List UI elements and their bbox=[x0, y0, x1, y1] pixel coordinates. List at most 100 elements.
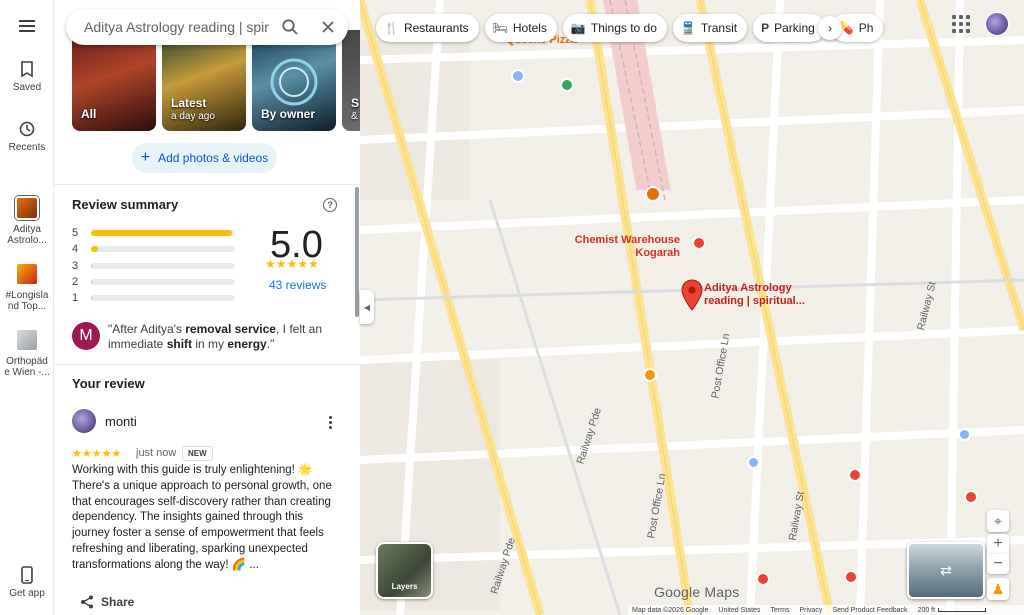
plus-icon: + bbox=[993, 535, 1003, 552]
map-pin-icon[interactable] bbox=[681, 279, 703, 311]
menu-button[interactable] bbox=[0, 16, 54, 36]
review-highlight[interactable]: "After Aditya's removal service, I felt … bbox=[108, 322, 340, 352]
rating-bar-track bbox=[91, 230, 235, 236]
recent-place-1[interactable]: Aditya Astrolo... bbox=[0, 196, 54, 246]
panel-scrollbar[interactable] bbox=[355, 187, 359, 317]
poi-marker[interactable] bbox=[511, 69, 525, 83]
rating-bar-row: 2 bbox=[72, 275, 235, 289]
poi-marker[interactable] bbox=[747, 456, 760, 469]
place-thumbnail bbox=[15, 328, 39, 352]
layers-button[interactable]: Layers bbox=[376, 542, 433, 599]
poi-marker[interactable] bbox=[848, 468, 862, 482]
hotel-icon: 🛏 bbox=[492, 21, 508, 35]
photo-label: By owner bbox=[261, 107, 316, 121]
rating-bar-fill bbox=[91, 263, 93, 269]
account-avatar[interactable] bbox=[985, 12, 1009, 36]
restaurant-icon: 🍴 bbox=[384, 21, 399, 35]
avatar: M bbox=[72, 322, 100, 350]
history-icon bbox=[19, 121, 35, 137]
poi-marker[interactable] bbox=[645, 186, 661, 202]
rating-bar-row: 3 bbox=[72, 259, 235, 273]
photo-all[interactable]: All bbox=[72, 30, 156, 131]
search-input[interactable] bbox=[84, 19, 270, 35]
street-view-preview[interactable]: ⇄ bbox=[907, 542, 985, 599]
recents-label: Recents bbox=[8, 142, 46, 153]
zoom-in-button[interactable]: + bbox=[987, 534, 1009, 554]
recent-place-3[interactable]: Orthopäd e Wien -... bbox=[0, 328, 54, 378]
chips-next-button[interactable]: › bbox=[818, 16, 842, 40]
recent-place-2[interactable]: #Longisla nd Top... bbox=[0, 262, 54, 312]
phone-icon bbox=[21, 566, 33, 584]
divider bbox=[54, 184, 360, 185]
chip-things-to-do[interactable]: 📷 Things to do bbox=[562, 14, 667, 42]
clear-search-button[interactable] bbox=[316, 15, 340, 39]
chip-label: Hotels bbox=[512, 21, 547, 35]
scale-indicator[interactable]: 200 ft bbox=[918, 607, 987, 614]
reviewer-name[interactable]: monti bbox=[105, 414, 137, 429]
share-button[interactable]: Share bbox=[80, 595, 134, 609]
feedback-link[interactable]: Send Product Feedback bbox=[832, 607, 907, 614]
my-location-button[interactable]: ⌖ bbox=[987, 510, 1009, 532]
new-badge: NEW bbox=[182, 446, 213, 461]
get-app-button[interactable]: Get app bbox=[0, 566, 54, 599]
rating-bar-fill bbox=[91, 279, 93, 285]
map-data-attribution: Map data ©2026 Google bbox=[632, 606, 709, 614]
saved-button[interactable]: Saved bbox=[0, 60, 54, 93]
apps-grid-icon[interactable] bbox=[952, 15, 970, 33]
recent-place-label: Aditya Astrolo... bbox=[7, 224, 47, 246]
poi-marker[interactable] bbox=[560, 78, 574, 92]
parking-icon: P bbox=[761, 21, 770, 35]
region-link[interactable]: United States bbox=[718, 607, 760, 614]
collapse-panel-button[interactable]: ◀ bbox=[360, 290, 374, 324]
review-text: Working with this guide is truly enlight… bbox=[72, 464, 332, 571]
rating-bar-label: 4 bbox=[72, 243, 79, 255]
chip-transit[interactable]: 🚆 Transit bbox=[672, 14, 748, 42]
place-label-chemist-warehouse[interactable]: Chemist Warehouse Kogarah bbox=[560, 234, 680, 260]
search-button[interactable] bbox=[278, 15, 302, 39]
rating-bar-label: 3 bbox=[72, 260, 79, 272]
chevron-right-icon: › bbox=[828, 21, 832, 35]
rating-bar-label: 1 bbox=[72, 292, 79, 304]
place-panel: All Latesta day ago By owner S& + bbox=[54, 0, 360, 615]
add-photos-button[interactable]: + Add photos & videos bbox=[132, 143, 277, 173]
chip-restaurants[interactable]: 🍴 Restaurants bbox=[376, 14, 479, 42]
chip-label: Transit bbox=[700, 21, 738, 35]
poi-marker[interactable] bbox=[844, 570, 858, 584]
review-stars: ★★★★★ bbox=[72, 448, 122, 460]
left-rail: Saved Recents Aditya Astrolo... #Longisl… bbox=[0, 0, 54, 615]
map-footer: Map data ©2026 Google United States Term… bbox=[628, 605, 1024, 615]
pegman-button[interactable]: ♟ bbox=[987, 578, 1009, 600]
rating-bar-fill bbox=[91, 246, 99, 252]
chip-hotels[interactable]: 🛏 Hotels bbox=[484, 14, 557, 42]
poi-marker[interactable] bbox=[643, 368, 657, 382]
layers-label: Layers bbox=[391, 582, 418, 591]
place-label-aditya-astrology[interactable]: Aditya Astrology reading | spiritual... bbox=[704, 282, 824, 308]
poi-marker[interactable] bbox=[964, 490, 978, 504]
photo-more[interactable]: S & bbox=[342, 30, 360, 131]
review-count-link[interactable]: 43 reviews bbox=[269, 278, 326, 292]
map-canvas[interactable]: Queens Pizza Chemist Warehouse Kogarah A… bbox=[360, 0, 1024, 615]
rating-bar-row: 1 bbox=[72, 291, 235, 305]
photo-latest[interactable]: Latest a day ago bbox=[162, 30, 246, 131]
photo-label: S & bbox=[351, 96, 360, 122]
poi-marker[interactable] bbox=[756, 572, 770, 586]
rating-bar-track bbox=[91, 263, 235, 269]
rating-bar-track bbox=[91, 246, 235, 252]
camera-icon: 📷 bbox=[570, 21, 586, 35]
photo-carousel: All Latest a day ago By owner S & bbox=[72, 30, 360, 131]
chip-parking[interactable]: P Parking bbox=[753, 14, 825, 42]
more-options-icon[interactable] bbox=[322, 414, 338, 430]
rating-bar-track bbox=[91, 279, 235, 285]
privacy-link[interactable]: Privacy bbox=[799, 607, 822, 614]
zoom-out-button[interactable]: − bbox=[987, 554, 1009, 574]
review-time: just now bbox=[136, 447, 177, 459]
street-view-icon: ⇄ bbox=[940, 562, 952, 578]
app-root: Saved Recents Aditya Astrolo... #Longisl… bbox=[0, 0, 1024, 615]
poi-marker[interactable] bbox=[692, 236, 706, 250]
info-icon[interactable]: ? bbox=[323, 198, 337, 212]
photo-by-owner[interactable]: By owner bbox=[252, 30, 336, 131]
poi-marker[interactable] bbox=[958, 428, 971, 441]
terms-link[interactable]: Terms bbox=[770, 607, 789, 614]
recents-button[interactable]: Recents bbox=[0, 120, 54, 153]
get-app-label: Get app bbox=[9, 588, 45, 599]
